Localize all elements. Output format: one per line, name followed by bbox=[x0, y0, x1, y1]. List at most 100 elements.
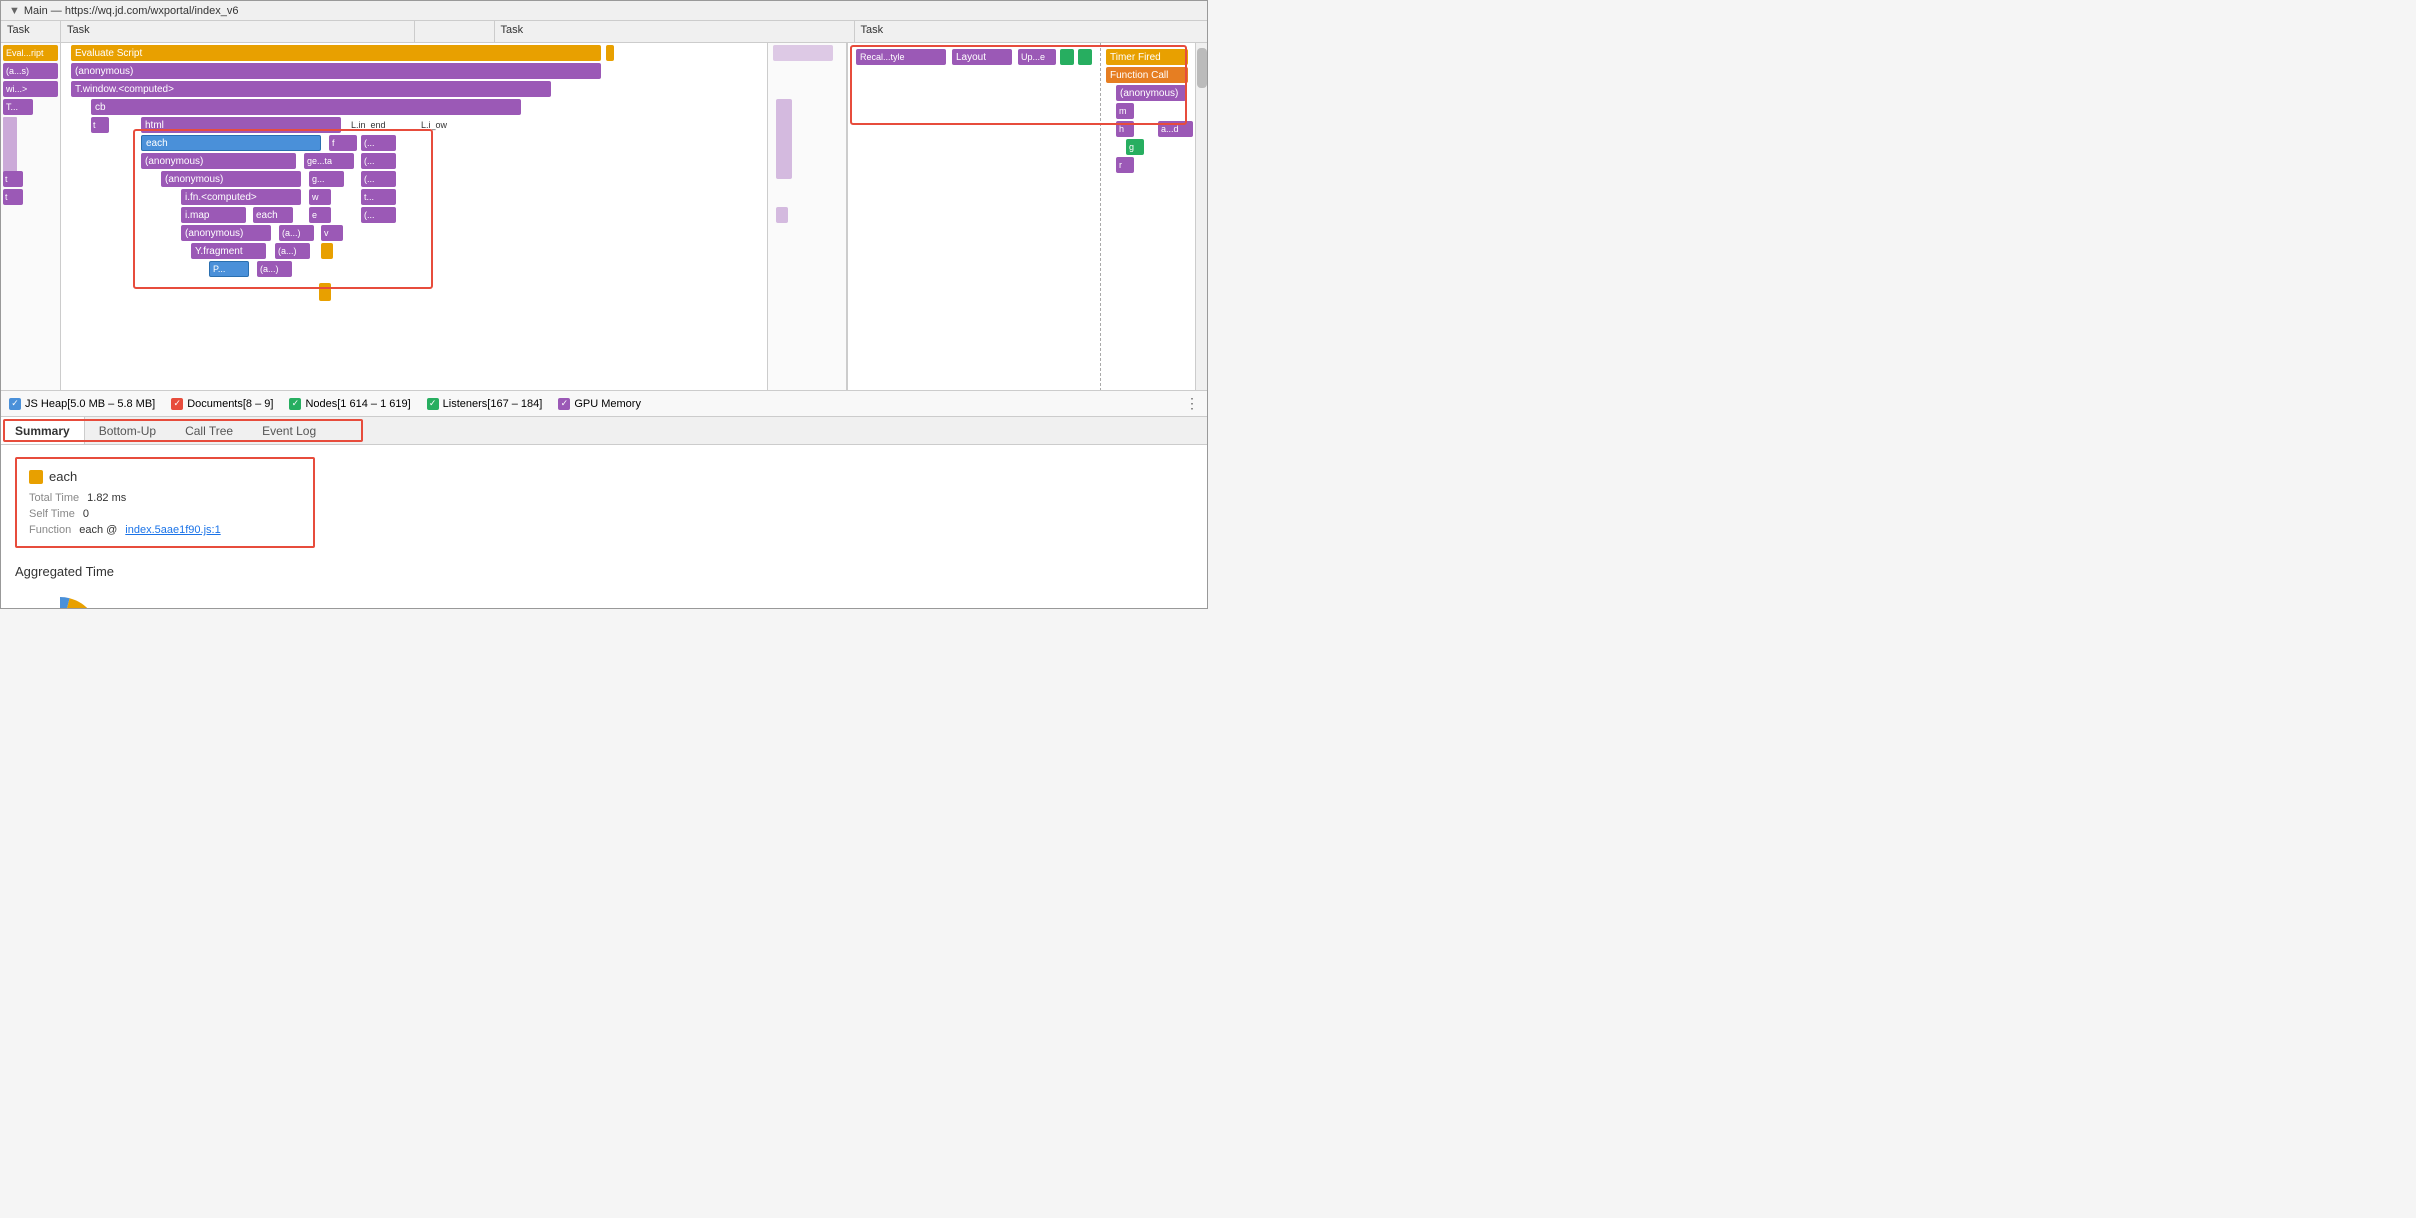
bar-t-small[interactable]: t bbox=[91, 117, 109, 133]
bar-ifn[interactable]: i.fn.<computed> bbox=[181, 189, 301, 205]
bar-anon-row11[interactable]: (anonymous) bbox=[181, 225, 271, 241]
bar-green1[interactable] bbox=[1060, 49, 1074, 65]
tab-event-log[interactable]: Event Log bbox=[248, 417, 330, 444]
self-time-label: Self Time bbox=[29, 508, 75, 520]
timeline-area: ▼ Main — https://wq.jd.com/wxportal/inde… bbox=[1, 1, 1207, 391]
label-lin-end: L.in_end bbox=[351, 117, 386, 133]
bar-g-green[interactable]: g bbox=[1126, 139, 1144, 155]
label-li-ow: L.i_ow bbox=[421, 117, 447, 133]
devtools-container: ▼ Main — https://wq.jd.com/wxportal/inde… bbox=[0, 0, 1208, 609]
bar-anon-right[interactable]: (anonymous) bbox=[1116, 85, 1186, 101]
bar-r[interactable]: r bbox=[1116, 157, 1134, 173]
url-bar: ▼ Main — https://wq.jd.com/wxportal/inde… bbox=[1, 1, 1207, 21]
bar-twindow[interactable]: T.window.<computed> bbox=[71, 81, 551, 97]
bar-cb[interactable]: cb bbox=[91, 99, 521, 115]
scrollbar-thumb[interactable] bbox=[1197, 48, 1207, 88]
total-time-label: Total Time bbox=[29, 492, 79, 504]
bar-paren-4[interactable]: (... bbox=[361, 207, 396, 223]
donut-wrapper: 2 ms bbox=[15, 591, 105, 609]
listeners-label: Listeners[167 – 184] bbox=[443, 398, 543, 410]
summary-color-indicator bbox=[29, 470, 43, 484]
bar-green2[interactable] bbox=[1078, 49, 1092, 65]
bar-layout[interactable]: Layout bbox=[952, 49, 1012, 65]
bar-a1[interactable]: (a...) bbox=[279, 225, 314, 241]
bar-g[interactable]: g... bbox=[309, 171, 344, 187]
summary-function-name: each bbox=[49, 469, 77, 484]
doc-label: Documents[8 – 9] bbox=[187, 398, 273, 410]
bar-geta[interactable]: ge...ta bbox=[304, 153, 354, 169]
right-section: Recal...tyle Layout Up...e Timer Fired bbox=[847, 43, 1207, 391]
summary-function-row: Function each @ index.5aae1f90.js:1 bbox=[29, 524, 301, 536]
settings-icon[interactable]: ⋮ bbox=[1185, 395, 1199, 412]
bar-paren-3[interactable]: (... bbox=[361, 171, 396, 187]
left-bar-eval[interactable]: Eval...ript bbox=[3, 45, 58, 61]
bar-e[interactable]: e bbox=[309, 207, 331, 223]
doc-checkbox[interactable]: ✓ bbox=[171, 398, 183, 410]
mid-bar-2 bbox=[776, 99, 792, 179]
listeners-checkbox[interactable]: ✓ bbox=[427, 398, 439, 410]
triangle-icon: ▼ bbox=[9, 5, 20, 17]
bar-function-call[interactable]: Function Call bbox=[1106, 67, 1188, 83]
bar-a3[interactable]: (a...) bbox=[257, 261, 292, 277]
bar-v[interactable]: v bbox=[321, 225, 343, 241]
bar-a2[interactable]: (a...) bbox=[275, 243, 310, 259]
js-heap-checkbox[interactable]: ✓ bbox=[9, 398, 21, 410]
dashed-line-right bbox=[1100, 43, 1101, 391]
bar-evaluate-script[interactable]: Evaluate Script bbox=[71, 45, 601, 61]
main-flame-chart: Evaluate Script (anonymous) T.window.<co… bbox=[61, 43, 767, 391]
bar-w[interactable]: w bbox=[309, 189, 331, 205]
bar-eval-small[interactable] bbox=[606, 45, 614, 61]
bar-imap[interactable]: i.map bbox=[181, 207, 246, 223]
bar-each-main[interactable]: each bbox=[141, 135, 321, 151]
nodes-label: Nodes[1 614 – 1 619] bbox=[305, 398, 410, 410]
bar-anon-1[interactable]: (anonymous) bbox=[71, 63, 601, 79]
scrollbar-right[interactable] bbox=[1195, 43, 1207, 391]
memory-bar: ✓ JS Heap[5.0 MB – 5.8 MB] ✓ Documents[8… bbox=[1, 391, 1207, 417]
left-small-1 bbox=[3, 117, 17, 177]
bar-upe[interactable]: Up...e bbox=[1018, 49, 1056, 65]
memory-item-nodes[interactable]: ✓ Nodes[1 614 – 1 619] bbox=[289, 398, 410, 410]
gpu-checkbox[interactable]: ✓ bbox=[558, 398, 570, 410]
function-link[interactable]: index.5aae1f90.js:1 bbox=[125, 524, 220, 536]
summary-total-time-row: Total Time 1.82 ms bbox=[29, 492, 301, 504]
bar-h[interactable]: h bbox=[1116, 121, 1134, 137]
memory-item-doc[interactable]: ✓ Documents[8 – 9] bbox=[171, 398, 273, 410]
bar-anon-row8[interactable]: (anonymous) bbox=[161, 171, 301, 187]
left-bar-t3[interactable]: t bbox=[3, 189, 23, 205]
left-bar-wi[interactable]: wi...> bbox=[3, 81, 58, 97]
memory-item-listeners[interactable]: ✓ Listeners[167 – 184] bbox=[427, 398, 543, 410]
function-label: Function bbox=[29, 524, 71, 536]
bar-yellow-bottom bbox=[319, 283, 331, 301]
memory-item-js[interactable]: ✓ JS Heap[5.0 MB – 5.8 MB] bbox=[9, 398, 155, 410]
bar-each-small[interactable]: each bbox=[253, 207, 293, 223]
function-value-text: each @ bbox=[79, 524, 117, 536]
left-label-col: Eval...ript (a...s) wi...> T... t bbox=[1, 43, 61, 391]
bar-yellow-small bbox=[321, 243, 333, 259]
bar-f[interactable]: f bbox=[329, 135, 357, 151]
bar-recal-tyle[interactable]: Recal...tyle bbox=[856, 49, 946, 65]
bar-timer-fired[interactable]: Timer Fired bbox=[1106, 49, 1188, 65]
bar-anon-row7[interactable]: (anonymous) bbox=[141, 153, 296, 169]
mid-bar-3 bbox=[776, 207, 788, 223]
bar-tdot[interactable]: t... bbox=[361, 189, 396, 205]
bar-p[interactable]: P... bbox=[209, 261, 249, 277]
bar-ad[interactable]: a...d bbox=[1158, 121, 1193, 137]
gpu-label: GPU Memory bbox=[574, 398, 641, 410]
bar-html[interactable]: html bbox=[141, 117, 341, 133]
donut-svg bbox=[15, 591, 105, 609]
left-bar-t[interactable]: T... bbox=[3, 99, 33, 115]
memory-item-gpu[interactable]: ✓ GPU Memory bbox=[558, 398, 641, 410]
bar-paren-2[interactable]: (... bbox=[361, 153, 396, 169]
tab-summary[interactable]: Summary bbox=[1, 417, 85, 444]
bar-m[interactable]: m bbox=[1116, 103, 1134, 119]
task-header-row: Task Task Task Task bbox=[1, 21, 1207, 43]
bar-paren-1[interactable]: (... bbox=[361, 135, 396, 151]
donut-area: 2 ms 1 ms Scripting (children) 0 ms Load… bbox=[15, 591, 1193, 609]
flame-chart-content: Eval...ript (a...s) wi...> T... t bbox=[1, 43, 1207, 391]
summary-title-row: each bbox=[29, 469, 301, 484]
left-bar-anon-s[interactable]: (a...s) bbox=[3, 63, 58, 79]
bar-yfragment[interactable]: Y.fragment bbox=[191, 243, 266, 259]
tab-bottom-up[interactable]: Bottom-Up bbox=[85, 417, 171, 444]
tab-call-tree[interactable]: Call Tree bbox=[171, 417, 248, 444]
nodes-checkbox[interactable]: ✓ bbox=[289, 398, 301, 410]
